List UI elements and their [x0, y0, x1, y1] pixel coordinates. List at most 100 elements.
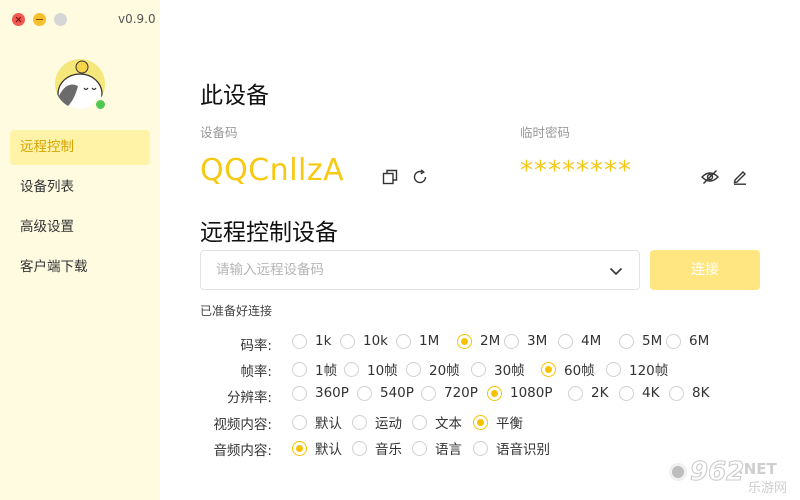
radio-unchecked-icon[interactable] — [666, 333, 681, 349]
framerate-option-60[interactable]: 60帧 — [541, 359, 595, 379]
maximize-window-button[interactable] — [54, 13, 67, 26]
bitrate-option-5m[interactable]: 5M — [619, 333, 662, 349]
framerate-option-30[interactable]: 30帧 — [471, 359, 525, 379]
resolution-option-4k[interactable]: 4K — [619, 385, 659, 401]
bitrate-option-1k[interactable]: 1k — [292, 333, 331, 349]
refresh-icon[interactable] — [410, 167, 430, 187]
framerate-option-label: 120帧 — [629, 363, 669, 379]
radio-unchecked-icon[interactable] — [421, 385, 436, 401]
radio-unchecked-icon[interactable] — [504, 333, 519, 349]
framerate-option-10[interactable]: 10帧 — [344, 359, 398, 379]
bitrate-option-6m[interactable]: 6M — [666, 333, 709, 349]
framerate-option-label: 10帧 — [367, 363, 398, 379]
audio-option-label: 语音识别 — [496, 442, 550, 458]
radio-checked-icon[interactable] — [487, 385, 502, 401]
sidebar-item-advanced-settings[interactable]: 高级设置 — [10, 210, 150, 245]
bitrate-option-3m[interactable]: 3M — [504, 333, 547, 349]
audio-content-label: 音频内容: — [213, 443, 272, 459]
radio-unchecked-icon[interactable] — [292, 333, 307, 349]
bitrate-option-4m[interactable]: 4M — [558, 333, 601, 349]
sidebar-item-device-list[interactable]: 设备列表 — [10, 170, 150, 205]
framerate-option-1[interactable]: 1帧 — [292, 359, 337, 379]
radio-unchecked-icon[interactable] — [292, 385, 307, 401]
radio-unchecked-icon[interactable] — [619, 333, 634, 349]
bitrate-option-label: 10k — [363, 333, 388, 349]
resolution-option-2k[interactable]: 2K — [568, 385, 608, 401]
bitrate-option-label: 3M — [527, 333, 548, 349]
radio-unchecked-icon[interactable] — [619, 385, 634, 401]
radio-checked-icon[interactable] — [457, 333, 472, 349]
minimize-window-button[interactable] — [33, 13, 46, 26]
resolution-option-360p[interactable]: 360P — [292, 385, 349, 401]
radio-checked-icon[interactable] — [541, 361, 556, 377]
bitrate-option-label: 5M — [642, 333, 663, 349]
audio-option-opt-2[interactable]: 语言 — [412, 438, 462, 458]
close-window-button[interactable] — [12, 13, 25, 26]
radio-unchecked-icon[interactable] — [473, 440, 488, 456]
online-status-dot — [94, 98, 107, 111]
radio-unchecked-icon[interactable] — [352, 414, 367, 430]
resolution-option-label: 8K — [692, 385, 710, 401]
radio-unchecked-icon[interactable] — [340, 333, 355, 349]
bitrate-option-label: 6M — [689, 333, 710, 349]
radio-unchecked-icon[interactable] — [558, 333, 573, 349]
site-watermark-logo: 962 .NET 乐游网 — [669, 457, 787, 496]
watermark-brand: 962 — [690, 457, 744, 487]
radio-unchecked-icon[interactable] — [669, 385, 684, 401]
temp-password-label: 临时密码 — [520, 125, 571, 140]
device-code-label: 设备码 — [200, 125, 238, 140]
video-option-opt-0[interactable]: 默认 — [292, 412, 342, 432]
radio-unchecked-icon[interactable] — [471, 361, 486, 377]
bitrate-option-label: 2M — [480, 333, 501, 349]
sidebar-item-remote-control[interactable]: 远程控制 — [10, 130, 150, 165]
radio-unchecked-icon[interactable] — [396, 333, 411, 349]
resolution-option-540p[interactable]: 540P — [357, 385, 414, 401]
copy-icon[interactable] — [380, 167, 400, 187]
bitrate-option-10k[interactable]: 10k — [340, 333, 388, 349]
edit-password-icon[interactable] — [730, 167, 750, 187]
hide-password-icon[interactable] — [700, 167, 720, 187]
resolution-option-1080p[interactable]: 1080P — [487, 385, 553, 401]
bitrate-option-2m[interactable]: 2M — [457, 333, 500, 349]
audio-option-label: 语言 — [435, 442, 462, 458]
framerate-label: 帧率: — [240, 364, 272, 380]
resolution-label: 分辨率: — [226, 390, 272, 406]
sidebar-item-client-download[interactable]: 客户端下载 — [10, 250, 150, 285]
radio-unchecked-icon[interactable] — [357, 385, 372, 401]
video-option-opt-1[interactable]: 运动 — [352, 412, 402, 432]
framerate-option-label: 20帧 — [429, 363, 460, 379]
connect-button[interactable]: 连接 — [650, 250, 760, 290]
video-option-opt-2[interactable]: 文本 — [412, 412, 462, 432]
radio-unchecked-icon[interactable] — [568, 385, 583, 401]
radio-checked-icon[interactable] — [473, 414, 488, 430]
radio-unchecked-icon[interactable] — [344, 361, 359, 377]
radio-unchecked-icon[interactable] — [606, 361, 621, 377]
bitrate-option-1m[interactable]: 1M — [396, 333, 439, 349]
radio-unchecked-icon[interactable] — [292, 414, 307, 430]
radio-unchecked-icon[interactable] — [412, 414, 427, 430]
resolution-row: 分辨率: 360P 540P 720P 1080P 2K 4K 8K — [200, 385, 780, 406]
chevron-down-icon[interactable] — [609, 263, 623, 282]
radio-checked-icon[interactable] — [292, 440, 307, 456]
resolution-option-720p[interactable]: 720P — [421, 385, 478, 401]
radio-unchecked-icon[interactable] — [406, 361, 421, 377]
video-option-label: 默认 — [315, 416, 342, 432]
audio-option-label: 默认 — [315, 442, 342, 458]
framerate-option-120[interactable]: 120帧 — [606, 359, 668, 379]
audio-option-opt-1[interactable]: 音乐 — [352, 438, 402, 458]
resolution-option-8k[interactable]: 8K — [669, 385, 709, 401]
framerate-option-20[interactable]: 20帧 — [406, 359, 460, 379]
audio-option-opt-0[interactable]: 默认 — [292, 438, 342, 458]
radio-unchecked-icon[interactable] — [412, 440, 427, 456]
bitrate-option-label: 1M — [419, 333, 440, 349]
sidebar-nav: 远程控制 设备列表 高级设置 客户端下载 — [10, 130, 150, 290]
video-option-opt-3[interactable]: 平衡 — [473, 412, 523, 432]
remote-device-code-input[interactable] — [201, 251, 581, 289]
audio-option-opt-3[interactable]: 语音识别 — [473, 438, 550, 458]
bitrate-option-label: 4M — [581, 333, 602, 349]
radio-unchecked-icon[interactable] — [292, 361, 307, 377]
radio-unchecked-icon[interactable] — [352, 440, 367, 456]
remote-device-combobox — [200, 250, 640, 290]
remote-control-title: 远程控制设备 — [200, 220, 338, 246]
resolution-option-label: 1080P — [510, 385, 553, 401]
